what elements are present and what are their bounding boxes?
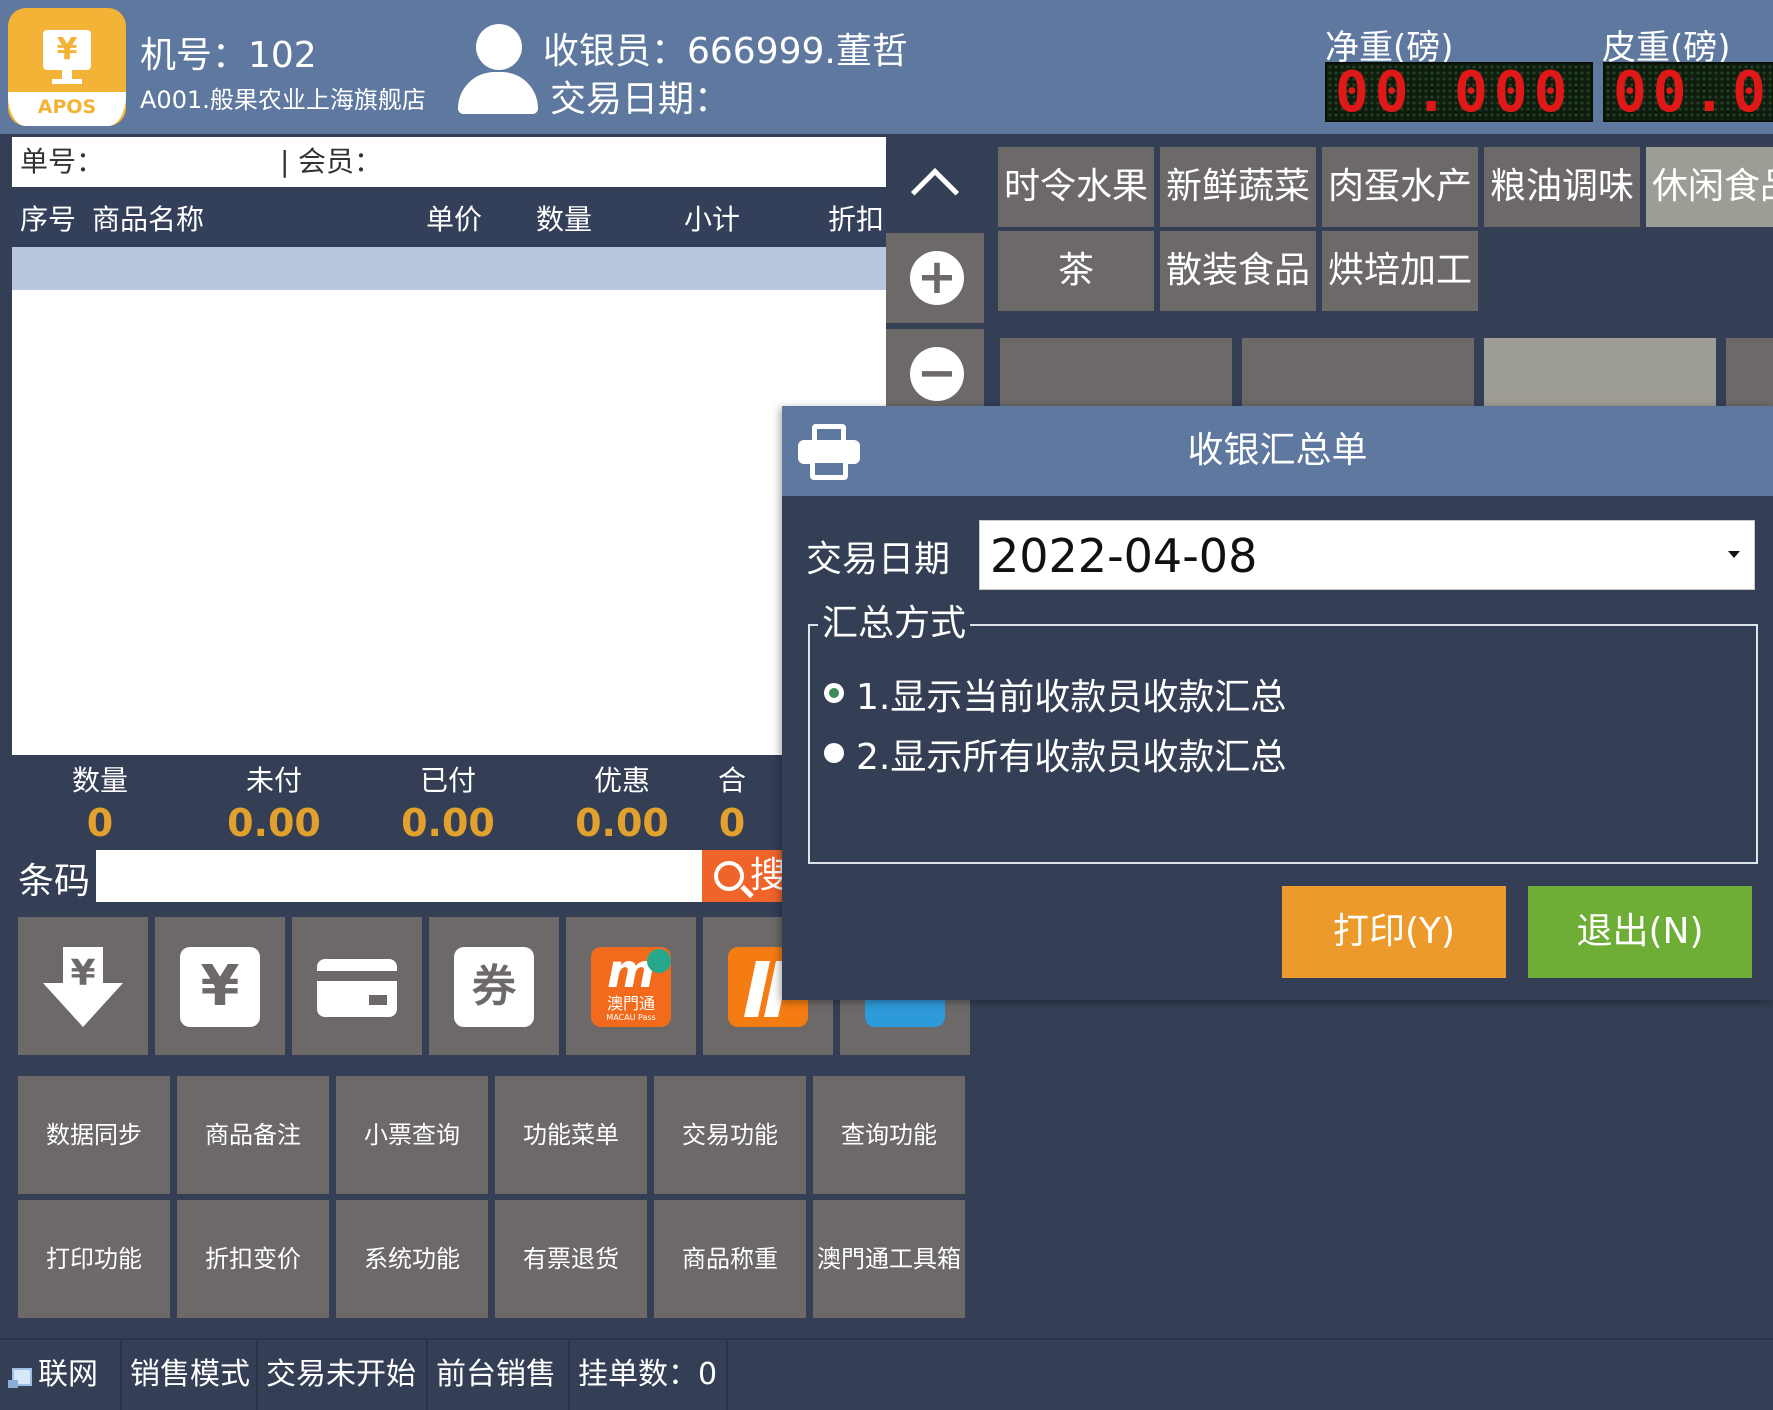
data-sync-button[interactable]: 数据同步 <box>18 1076 170 1194</box>
net-weight-display: 00.000 <box>1325 62 1593 122</box>
col-quantity: 数量 <box>536 203 593 236</box>
list-controls: + − <box>886 137 984 427</box>
search-icon <box>714 861 744 891</box>
query-function-button[interactable]: 查询功能 <box>813 1076 965 1194</box>
table-row[interactable] <box>12 247 886 290</box>
receipt-query-button[interactable]: 小票查询 <box>336 1076 488 1194</box>
top-header: ¥ APOS 机号：102 A001.般果农业上海旗舰店 收银员：666999.… <box>0 0 1773 134</box>
held-orders-status: 挂单数：0 <box>570 1340 728 1410</box>
cash-in-button[interactable]: ¥ <box>18 917 148 1055</box>
radio-unchecked-icon <box>824 743 844 763</box>
download-yen-icon: ¥ <box>43 947 123 1027</box>
increase-quantity-button[interactable]: + <box>886 233 984 323</box>
network-icon <box>8 1368 32 1388</box>
plus-icon: + <box>910 251 964 305</box>
category-grain-oil[interactable]: 粮油调味 <box>1484 147 1640 227</box>
trade-state-status: 交易未开始 <box>258 1340 428 1410</box>
chevron-up-icon <box>910 167 960 217</box>
card-payment-button[interactable] <box>292 917 422 1055</box>
macau-pass-button[interactable]: m 澳門通 MACAU Pass <box>566 917 696 1055</box>
trade-date-select[interactable]: 2022-04-08 <box>979 520 1755 590</box>
apos-logo: ¥ APOS <box>8 8 126 126</box>
summary-mode-group: 汇总方式 1.显示当前收款员收款汇总 2.显示所有收款员收款汇总 <box>808 604 1758 864</box>
category-tea[interactable]: 茶 <box>998 231 1154 311</box>
function-menu-button[interactable]: 功能菜单 <box>495 1076 647 1194</box>
member-label[interactable]: 会员： <box>298 137 382 187</box>
total-discount: 优惠 0.00 <box>575 764 669 845</box>
col-subtotal: 小计 <box>684 203 741 236</box>
dropdown-caret-icon <box>1728 551 1740 558</box>
tare-weight-display: 00.0 <box>1603 62 1773 122</box>
credit-card-icon <box>317 947 397 1027</box>
trade-date-label: 交易日期 <box>806 539 951 580</box>
store-name: A001.般果农业上海旗舰店 <box>140 86 426 114</box>
sale-type-status: 前台销售 <box>428 1340 570 1410</box>
category-panel: 时令水果 新鲜蔬菜 肉蛋水产 粮油调味 休闲食品 茶 散装食品 烘培加工 <box>990 137 1773 320</box>
user-avatar-icon <box>458 24 538 114</box>
item-table-header: 序号 商品名称 单价 数量 小计 折扣 <box>12 193 886 247</box>
print-function-button[interactable]: 打印功能 <box>18 1200 170 1318</box>
minus-icon: − <box>910 347 964 401</box>
machine-number: 机号：102 <box>140 35 317 76</box>
category-fresh-vegetables[interactable]: 新鲜蔬菜 <box>1160 147 1316 227</box>
total-quantity: 数量 0 <box>71 764 128 845</box>
print-button[interactable]: 打印(Y) <box>1282 886 1506 978</box>
sales-mode-status: 销售模式 <box>122 1340 258 1410</box>
category-meat-seafood[interactable]: 肉蛋水产 <box>1322 147 1478 227</box>
cashier-summary-dialog: 收银汇总单 交易日期 2022-04-08 汇总方式 1.显示当前收款员收款汇总… <box>782 406 1773 1000</box>
dialog-titlebar: 收银汇总单 <box>782 406 1773 496</box>
yen-monitor-icon: ¥ <box>43 30 91 70</box>
total-paid: 已付 0.00 <box>401 764 495 845</box>
function-grid: 数据同步 商品备注 小票查询 功能菜单 交易功能 查询功能 打印功能 折扣变价 … <box>18 1076 978 1320</box>
order-info-bar: 单号： | 会员： <box>12 137 886 187</box>
voucher-button[interactable]: 券 <box>429 917 559 1055</box>
header-trade-date: 交易日期： <box>550 79 731 120</box>
radio-all-cashiers[interactable]: 2.显示所有收款员收款汇总 <box>824 728 1286 780</box>
logo-text: APOS <box>8 92 126 126</box>
status-bar: 联网 销售模式 交易未开始 前台销售 挂单数：0 <box>0 1338 1773 1410</box>
barcode-label: 条码 <box>18 861 91 902</box>
col-discount: 折扣 <box>828 203 885 236</box>
order-separator: | <box>280 145 290 178</box>
radio-current-cashier[interactable]: 1.显示当前收款员收款汇总 <box>824 668 1286 720</box>
system-function-button[interactable]: 系统功能 <box>336 1200 488 1318</box>
macau-pass-toolbox-button[interactable]: 澳門通工具箱 <box>813 1200 965 1318</box>
receipt-return-button[interactable]: 有票退货 <box>495 1200 647 1318</box>
summary-mode-label: 汇总方式 <box>818 604 971 644</box>
col-index: 序号 <box>20 203 77 236</box>
category-snacks[interactable]: 休闲食品 <box>1646 147 1773 227</box>
discount-price-button[interactable]: 折扣变价 <box>177 1200 329 1318</box>
voucher-icon: 券 <box>454 947 534 1027</box>
scroll-up-button[interactable] <box>886 137 984 227</box>
category-seasonal-fruit[interactable]: 时令水果 <box>998 147 1154 227</box>
col-unit-price: 单价 <box>426 203 483 236</box>
yen-icon: ¥ <box>180 947 260 1027</box>
total-sum: 合 0 <box>717 764 746 845</box>
cash-payment-button[interactable]: ¥ <box>155 917 285 1055</box>
product-note-button[interactable]: 商品备注 <box>177 1076 329 1194</box>
dialog-title: 收银汇总单 <box>1187 430 1368 471</box>
trade-date-value: 2022-04-08 <box>990 529 1258 583</box>
totals-bar: 数量 0 未付 0.00 已付 0.00 优惠 0.00 合 0 <box>12 755 886 847</box>
order-number-label: 单号： <box>20 145 105 178</box>
col-product-name: 商品名称 <box>92 203 205 236</box>
item-list[interactable] <box>12 247 886 755</box>
radio-checked-icon <box>824 683 844 703</box>
product-weigh-button[interactable]: 商品称重 <box>654 1200 806 1318</box>
barcode-input[interactable] <box>96 850 702 902</box>
network-status: 联网 <box>4 1340 122 1410</box>
trade-function-button[interactable]: 交易功能 <box>654 1076 806 1194</box>
exit-button[interactable]: 退出(N) <box>1528 886 1752 978</box>
barcode-row: 条码 搜 <box>12 848 886 904</box>
macau-pass-icon: m 澳門通 MACAU Pass <box>591 947 671 1027</box>
category-bulk-food[interactable]: 散装食品 <box>1160 231 1316 311</box>
total-unpaid: 未付 0.00 <box>227 764 321 845</box>
category-bakery[interactable]: 烘培加工 <box>1322 231 1478 311</box>
cashier-info: 收银员：666999.董哲 <box>543 31 908 72</box>
